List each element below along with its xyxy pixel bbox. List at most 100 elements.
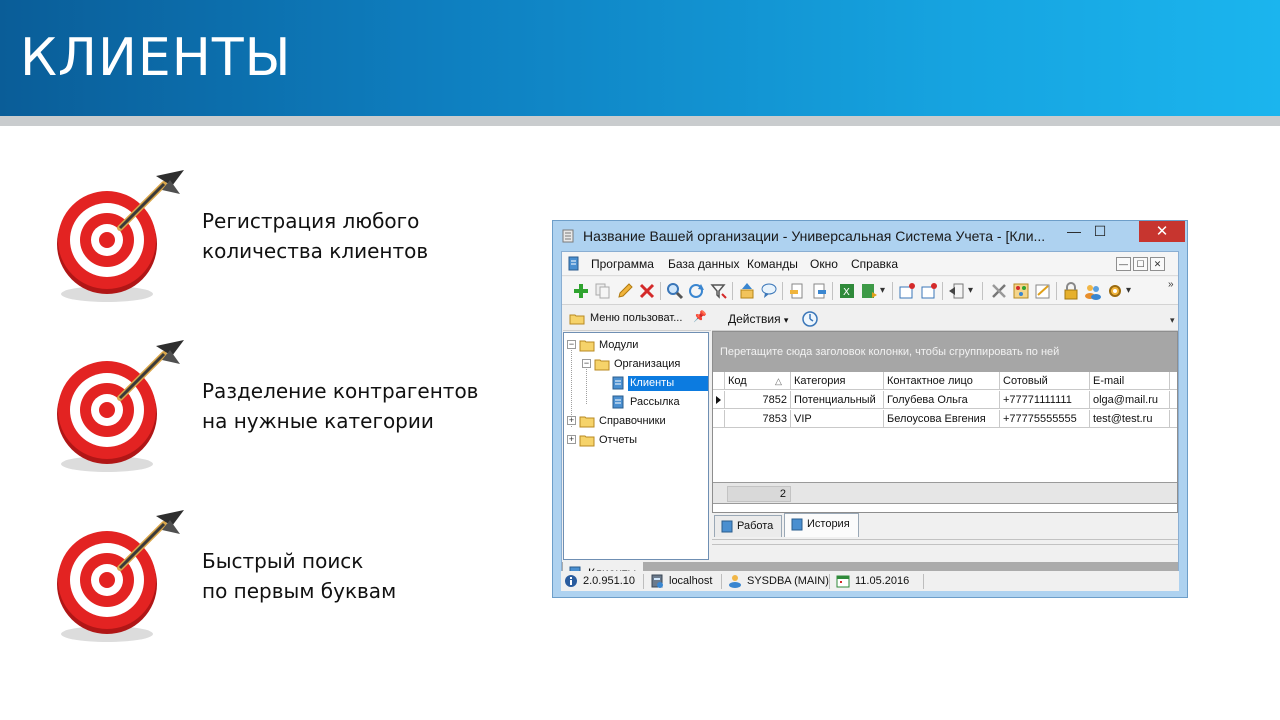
feature-line: Быстрый поиск — [202, 549, 364, 573]
new-window-icon[interactable] — [898, 282, 916, 300]
panel-splitter[interactable] — [712, 539, 1178, 545]
edit-icon[interactable] — [616, 282, 634, 300]
expand-icon[interactable]: + — [567, 416, 576, 425]
expand-icon[interactable]: + — [567, 435, 576, 444]
column-header-email[interactable]: E-mail — [1090, 372, 1170, 390]
grid-footer: 2 — [713, 482, 1177, 504]
comment-icon[interactable] — [760, 282, 778, 300]
excel-icon[interactable]: X — [838, 282, 856, 300]
toolbar-separator — [660, 282, 661, 300]
copy-icon[interactable] — [594, 282, 612, 300]
exit-dropdown-arrow[interactable]: ▾ — [968, 285, 973, 296]
cell-contact[interactable]: Голубева Ольга — [884, 391, 1000, 409]
toolbar-separator — [1056, 282, 1057, 300]
table-icon — [791, 518, 803, 531]
toolbar-overflow-button[interactable]: » — [1168, 279, 1174, 290]
row-indicator-header — [713, 372, 725, 390]
settings-dropdown-arrow[interactable]: ▾ — [1126, 285, 1131, 296]
folder-icon — [569, 314, 585, 325]
tree-connector — [586, 366, 587, 404]
menu-program[interactable]: Программа — [591, 257, 654, 271]
menu-help[interactable]: Справка — [851, 257, 898, 271]
column-header-category[interactable]: Категория — [791, 372, 884, 390]
menu-commands[interactable]: Команды — [747, 257, 798, 271]
close-button[interactable]: ✕ — [1139, 221, 1185, 242]
mdi-close-button[interactable]: ✕ — [1150, 257, 1165, 271]
cell-category[interactable]: VIP — [791, 410, 884, 428]
status-separator — [643, 574, 644, 589]
slide-title: КЛИЕНТЫ — [20, 28, 292, 88]
history-clock-icon[interactable] — [801, 310, 819, 328]
delete-icon[interactable] — [638, 282, 656, 300]
user-menu-header[interactable]: Меню пользоват... 📌 — [563, 307, 711, 331]
record-count: 2 — [727, 486, 791, 502]
group-by-area[interactable]: Перетащите сюда заголовок колонки, чтобы… — [713, 332, 1177, 372]
refresh-icon[interactable] — [688, 282, 706, 300]
row-indicator — [713, 410, 725, 428]
status-separator — [721, 574, 722, 589]
slide-banner: КЛИЕНТЫ — [0, 0, 1280, 116]
folder-icon — [579, 416, 595, 428]
cell-mobile[interactable]: +77775555555 — [1000, 410, 1090, 428]
app-window: Название Вашей организации - Универсальн… — [552, 220, 1188, 598]
export-icon[interactable] — [810, 282, 828, 300]
maximize-button[interactable]: ☐ — [1087, 221, 1113, 242]
tree-node-label: Модули — [599, 339, 639, 351]
window-title: Название Вашей организации - Универсальн… — [583, 228, 1046, 244]
lock-icon[interactable] — [1062, 282, 1080, 300]
row-indicator — [713, 391, 725, 409]
cell-category[interactable]: Потенциальный — [791, 391, 884, 409]
mdi-restore-button[interactable]: ☐ — [1133, 257, 1148, 271]
cell-contact[interactable]: Белоусова Евгения — [884, 410, 1000, 428]
menu-window[interactable]: Окно — [810, 257, 838, 271]
new-window2-icon[interactable] — [920, 282, 938, 300]
cell-email[interactable]: olga@mail.ru — [1090, 391, 1170, 409]
feature-line: Разделение контрагентов — [202, 379, 479, 403]
column-header-code[interactable]: Код △ — [725, 372, 791, 390]
cell-mobile[interactable]: +77771111111 — [1000, 391, 1090, 409]
actions-button[interactable]: Действия ▾ — [728, 312, 788, 326]
mdi-minimize-button[interactable]: — — [1116, 257, 1131, 271]
table-row[interactable]: 7852 Потенциальный Голубева Ольга +77771… — [713, 391, 1177, 409]
notes-icon[interactable] — [1034, 282, 1052, 300]
feature-line: количества клиентов — [202, 239, 429, 263]
tree-node-label: Клиенты — [628, 376, 708, 391]
users-icon[interactable] — [1084, 282, 1102, 300]
minimize-button[interactable]: — — [1061, 221, 1087, 242]
column-header-contact[interactable]: Контактное лицо — [884, 372, 1000, 390]
feature-line: на нужные категории — [202, 409, 434, 433]
exit-icon[interactable] — [948, 282, 966, 300]
search-icon[interactable] — [666, 282, 684, 300]
collapse-icon[interactable]: − — [567, 340, 576, 349]
target-dart-icon — [57, 170, 184, 302]
chevron-down-icon: ▾ — [783, 315, 789, 325]
collapse-icon[interactable]: − — [582, 359, 591, 368]
status-separator — [923, 574, 924, 589]
table-icon — [612, 395, 624, 409]
settings-icon[interactable] — [1106, 282, 1124, 300]
toolbar-separator — [892, 282, 893, 300]
pin-icon[interactable]: 📌 — [693, 310, 707, 323]
info-icon — [565, 575, 577, 587]
filter-icon[interactable] — [710, 282, 728, 300]
tools-icon[interactable] — [990, 282, 1008, 300]
tab-history[interactable]: История — [784, 513, 859, 537]
actions-overflow-button[interactable]: ▾ — [1170, 315, 1175, 326]
excel-export-icon[interactable] — [860, 282, 878, 300]
add-icon[interactable] — [572, 282, 590, 300]
table-row[interactable]: 7853 VIP Белоусова Евгения +77775555555 … — [713, 410, 1177, 428]
import-icon[interactable] — [788, 282, 806, 300]
tab-work[interactable]: Работа — [714, 515, 783, 537]
window-titlebar[interactable]: Название Вашей организации - Универсальн… — [553, 221, 1187, 251]
palette-icon[interactable] — [1012, 282, 1030, 300]
excel-dropdown-arrow[interactable]: ▾ — [880, 285, 885, 296]
toolbar-separator — [942, 282, 943, 300]
menu-database[interactable]: База данных — [668, 257, 739, 271]
server-icon — [651, 574, 663, 588]
cell-code[interactable]: 7852 — [725, 391, 791, 409]
status-date: 11.05.2016 — [833, 571, 909, 591]
up-icon[interactable] — [738, 282, 756, 300]
column-header-mobile[interactable]: Сотовый — [1000, 372, 1090, 390]
cell-code[interactable]: 7853 — [725, 410, 791, 428]
cell-email[interactable]: test@test.ru — [1090, 410, 1170, 428]
